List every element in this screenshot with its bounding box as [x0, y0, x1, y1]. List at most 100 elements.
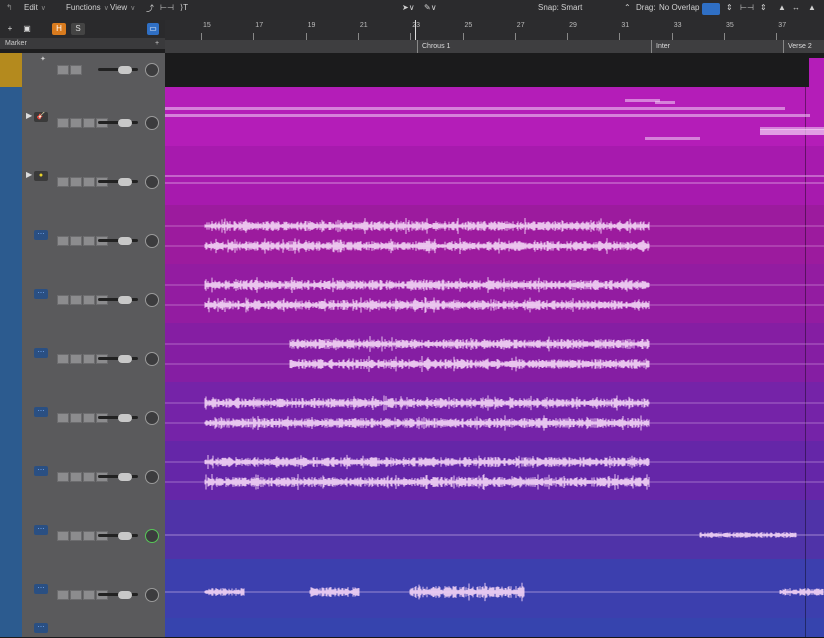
track-lane[interactable] [165, 500, 824, 560]
track-header[interactable]: ⋯ [0, 559, 165, 619]
solo-button[interactable] [70, 471, 82, 482]
solo-button[interactable] [70, 589, 82, 600]
track-header[interactable]: ▶ 🎸 [0, 87, 165, 147]
volume-fader-knob[interactable] [118, 531, 132, 540]
track-header[interactable]: ⋯ [0, 618, 165, 638]
solo-button[interactable] [70, 353, 82, 364]
edit-menu[interactable]: Edit ∨ [24, 3, 46, 12]
add-track-button[interactable]: + [4, 23, 16, 35]
pointer-tool-icon[interactable]: ➤∨ [402, 3, 415, 12]
track-header[interactable]: ✦ [0, 53, 165, 88]
marker-0[interactable]: Chrous 1 [417, 40, 656, 53]
track-lane[interactable] [165, 87, 824, 147]
pan-knob[interactable] [145, 351, 159, 366]
track-header[interactable]: ⋯ [0, 500, 165, 560]
add-marker-button[interactable]: + [155, 38, 159, 49]
track-lane[interactable] [165, 323, 824, 383]
pan-knob[interactable] [145, 587, 159, 602]
solo-button[interactable] [70, 176, 82, 187]
undo-icon[interactable]: ↰ [6, 3, 13, 12]
record-button[interactable] [83, 176, 95, 187]
pan-knob[interactable] [145, 469, 159, 484]
record-button[interactable] [83, 412, 95, 423]
solo-button[interactable] [70, 117, 82, 128]
track-lane[interactable] [165, 441, 824, 501]
mute-button[interactable] [57, 117, 69, 128]
volume-fader-knob[interactable] [118, 472, 132, 481]
snap-chevron-icon[interactable]: ⌃ [624, 3, 631, 12]
track-header[interactable]: ▶ ● [0, 146, 165, 206]
solo-button[interactable] [70, 412, 82, 423]
pan-knob[interactable] [145, 528, 159, 543]
fit-icon[interactable]: ⇕ [760, 3, 767, 12]
marker-2[interactable]: Verse 2 [783, 40, 824, 53]
zoom-height-icon[interactable]: ▲ [808, 3, 816, 12]
volume-fader-knob[interactable] [118, 413, 132, 422]
playhead[interactable] [415, 20, 416, 40]
solo-button[interactable] [70, 294, 82, 305]
track-header[interactable]: ⋯ [0, 441, 165, 501]
solo-button[interactable] [70, 235, 82, 246]
horizontal-zoom-icon[interactable]: ⊢⊣ [740, 3, 754, 12]
record-button[interactable] [83, 117, 95, 128]
hide-button[interactable]: H [52, 23, 66, 35]
catch-icon[interactable]: ⟩T [180, 3, 188, 12]
disclosure-triangle-icon[interactable]: ▶ [26, 170, 32, 179]
track-lane[interactable] [165, 559, 824, 619]
track-header[interactable]: ⋯ [0, 382, 165, 442]
marker-1[interactable]: Inter [651, 40, 788, 53]
pan-knob[interactable] [145, 292, 159, 307]
mute-button[interactable] [57, 235, 69, 246]
track-lane[interactable] [165, 53, 824, 88]
vertical-zoom-icon[interactable]: ⇕ [726, 3, 733, 12]
functions-menu[interactable]: Functions ∨ [66, 3, 109, 12]
volume-fader-knob[interactable] [118, 295, 132, 304]
track-lane[interactable] [165, 205, 824, 265]
record-button[interactable] [83, 294, 95, 305]
record-button[interactable] [83, 530, 95, 541]
track-lane[interactable] [165, 382, 824, 442]
mute-button[interactable] [57, 471, 69, 482]
volume-fader-knob[interactable] [118, 236, 132, 245]
track-header[interactable]: ⋯ [0, 264, 165, 324]
record-button[interactable] [83, 471, 95, 482]
mute-button[interactable] [57, 589, 69, 600]
pan-knob[interactable] [145, 233, 159, 248]
record-button[interactable] [83, 589, 95, 600]
mute-button[interactable] [57, 294, 69, 305]
disclosure-triangle-icon[interactable]: ▶ [26, 111, 32, 120]
volume-fader-knob[interactable] [118, 177, 132, 186]
zoom-width-icon[interactable]: ↔ [792, 3, 800, 12]
track-header[interactable]: ⋯ [0, 323, 165, 383]
mute-button[interactable] [57, 530, 69, 541]
track-lane[interactable] [165, 146, 824, 206]
drag-select[interactable]: No Overlap⌃ [659, 3, 708, 12]
pan-knob[interactable] [145, 174, 159, 189]
track-header[interactable]: ⋯ [0, 205, 165, 265]
waveform-zoom-icon[interactable] [702, 3, 720, 15]
volume-fader-knob[interactable] [118, 590, 132, 599]
bar-ruler[interactable]: 15 17 19 21 23 25 27 29 31 33 35 37 [165, 20, 824, 41]
pan-knob[interactable] [145, 115, 159, 130]
solo-button[interactable]: S [71, 23, 85, 35]
mute-button[interactable] [57, 65, 69, 75]
pan-knob[interactable] [145, 410, 159, 425]
pencil-tool-icon[interactable]: ✎∨ [424, 3, 437, 12]
track-lane[interactable] [165, 618, 824, 638]
mute-button[interactable] [57, 353, 69, 364]
pan-knob[interactable] [145, 63, 159, 77]
global-tracks-icon[interactable]: ▭ [147, 23, 159, 35]
mute-button[interactable] [57, 412, 69, 423]
snap-select[interactable]: Smart [561, 3, 582, 12]
record-button[interactable] [83, 235, 95, 246]
track-lane[interactable] [165, 264, 824, 324]
solo-button[interactable] [70, 65, 82, 75]
volume-fader-knob[interactable] [118, 118, 132, 127]
mute-button[interactable] [57, 176, 69, 187]
volume-fader-knob[interactable] [118, 66, 132, 74]
volume-fader-knob[interactable] [118, 354, 132, 363]
automation-icon[interactable]: ⤴ [146, 3, 154, 14]
overview-icon[interactable]: ▲ [778, 3, 786, 12]
solo-button[interactable] [70, 530, 82, 541]
track-options-icon[interactable]: ▣ [20, 23, 34, 35]
